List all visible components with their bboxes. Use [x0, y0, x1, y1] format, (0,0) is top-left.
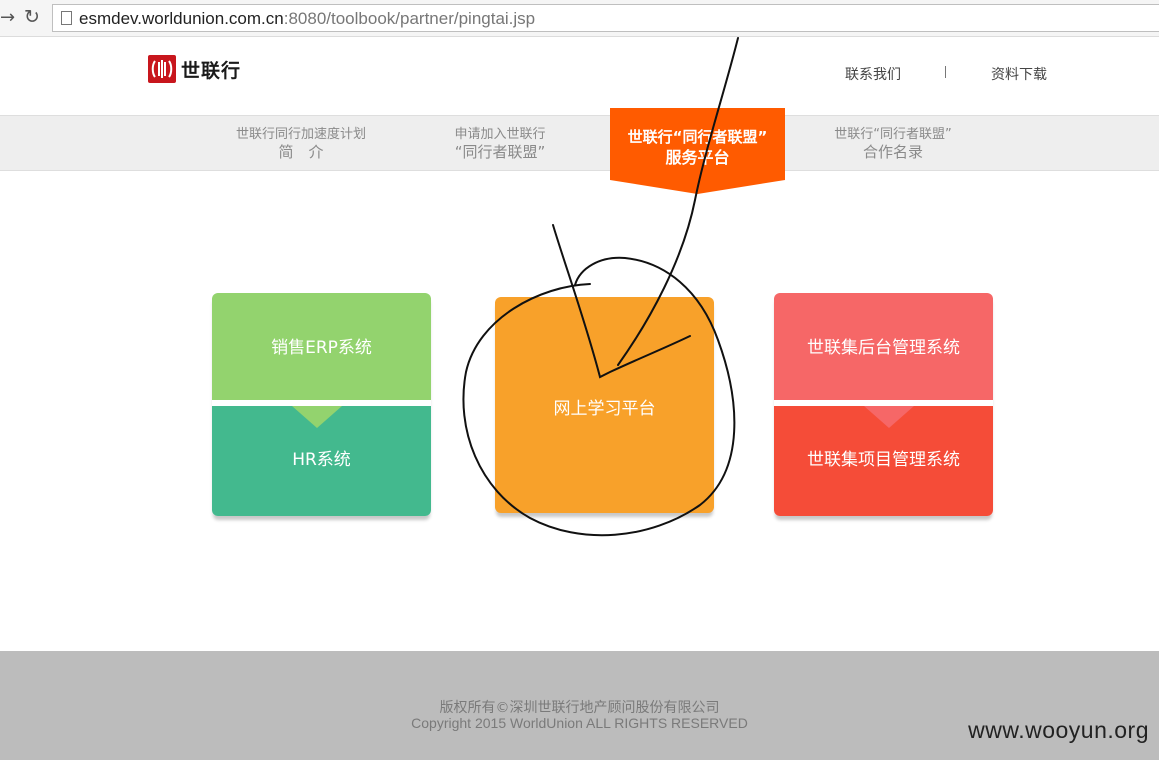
- tab-partners-line1: 世联行“同行者联盟”: [834, 127, 952, 142]
- copyright-cn: 版权所有©深圳世联行地产顾问股份有限公司: [439, 700, 720, 716]
- learning-platform-label: 网上学习平台: [553, 399, 656, 419]
- tab-partners-line2: 合作名录: [862, 143, 923, 161]
- tab-join[interactable]: 申请加入世联行 “同行者联盟”: [400, 126, 600, 162]
- backend-system-label: 世联集后台管理系统: [807, 338, 960, 358]
- card-shilianji: 世联集后台管理系统 世联集项目管理系统: [774, 293, 993, 516]
- url-host: esmdev.worldunion.com.cn: [79, 9, 284, 28]
- tab-service-line2: 服务平台: [665, 148, 730, 167]
- tab-intro[interactable]: 世联行同行加速度计划 简 介: [201, 126, 401, 162]
- backend-system-button[interactable]: 世联集后台管理系统: [774, 293, 993, 400]
- tab-partners[interactable]: 世联行“同行者联盟” 合作名录: [793, 126, 993, 162]
- project-system-label: 世联集项目管理系统: [807, 450, 960, 470]
- tab-join-line1: 申请加入世联行: [454, 127, 546, 142]
- erp-system-label: 销售ERP系统: [271, 338, 372, 358]
- tab-join-line2: “同行者联盟”: [454, 143, 546, 161]
- site-footer: 版权所有©深圳世联行地产顾问股份有限公司 Copyright 2015 Worl…: [0, 651, 1159, 760]
- card-notch-arrow: [864, 406, 914, 428]
- page-icon: [61, 11, 72, 25]
- card-notch-arrow: [292, 406, 342, 428]
- learning-platform-button[interactable]: 网上学习平台: [495, 297, 714, 513]
- forward-arrow-icon[interactable]: →: [0, 8, 15, 28]
- url-path: :8080/toolbook/partner/pingtai.jsp: [283, 9, 536, 28]
- download-link[interactable]: 资料下载: [991, 64, 1047, 84]
- logo-text[interactable]: 世联行: [181, 56, 241, 83]
- main-nav: 世联行同行加速度计划 简 介 申请加入世联行 “同行者联盟” 世联行“同行者联盟…: [0, 115, 1159, 171]
- tab-service-platform[interactable]: 世联行“同行者联盟” 服务平台: [610, 108, 785, 194]
- tab-intro-line1: 世联行同行加速度计划: [235, 127, 366, 142]
- url-text[interactable]: esmdev.worldunion.com.cn:8080/toolbook/p…: [79, 9, 535, 29]
- hr-system-label: HR系统: [292, 450, 351, 470]
- tab-intro-line2: 简 介: [278, 143, 324, 161]
- reload-icon[interactable]: ↻: [24, 7, 44, 27]
- watermark: www.wooyun.org: [968, 717, 1149, 743]
- tab-service-line1: 世联行“同行者联盟”: [627, 128, 768, 146]
- card-erp-hr: 销售ERP系统 HR系统: [212, 293, 431, 516]
- contact-us-link[interactable]: 联系我们: [845, 64, 901, 84]
- address-bar[interactable]: esmdev.worldunion.com.cn:8080/toolbook/p…: [52, 4, 1159, 32]
- logo-icon[interactable]: [148, 55, 176, 83]
- erp-system-button[interactable]: 销售ERP系统: [212, 293, 431, 400]
- header-link-divider: [945, 66, 946, 78]
- browser-toolbar: → ↻ esmdev.worldunion.com.cn:8080/toolbo…: [0, 0, 1159, 37]
- site-header: 世联行 联系我们 资料下载: [0, 37, 1159, 115]
